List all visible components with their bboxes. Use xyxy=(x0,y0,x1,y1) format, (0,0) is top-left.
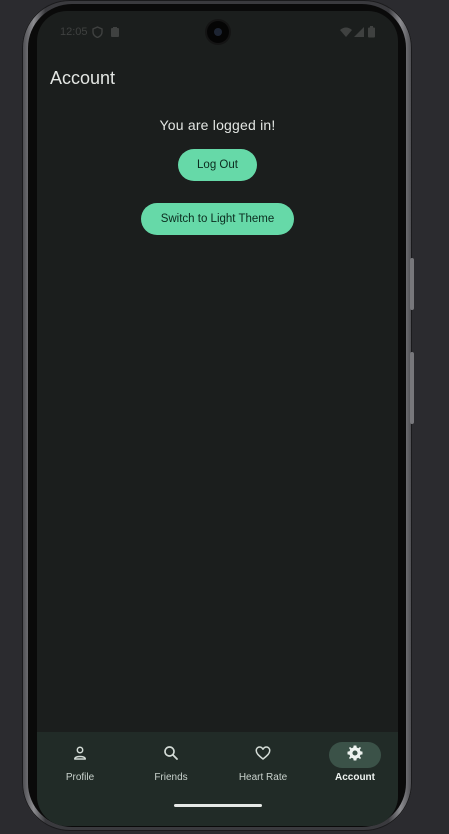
wifi-icon xyxy=(340,25,352,43)
logout-button[interactable]: Log Out xyxy=(178,149,257,181)
nav-label: Account xyxy=(335,772,375,783)
search-icon xyxy=(162,744,180,767)
gear-icon xyxy=(346,744,364,767)
nav-indicator xyxy=(145,742,197,768)
nav-item-friends[interactable]: Friends xyxy=(126,732,216,792)
app-screen: 12:05 Account You are logged in! Log Out… xyxy=(37,11,398,826)
person-icon xyxy=(71,744,89,767)
bottom-navigation: Profile Friends Heart Rate Account xyxy=(37,732,398,826)
status-time: 12:05 xyxy=(60,26,88,38)
battery-icon xyxy=(368,25,375,43)
status-bar: 12:05 xyxy=(37,11,398,51)
heart-icon xyxy=(254,744,272,767)
front-camera xyxy=(207,21,229,43)
nav-indicator xyxy=(54,742,106,768)
switch-theme-button[interactable]: Switch to Light Theme xyxy=(141,203,294,235)
power-button xyxy=(410,352,414,424)
nav-label: Friends xyxy=(154,772,188,783)
nav-item-account[interactable]: Account xyxy=(310,732,398,792)
nav-label: Profile xyxy=(65,772,95,783)
volume-button xyxy=(410,258,414,310)
login-status-text: You are logged in! xyxy=(159,117,276,133)
signal-icon xyxy=(354,25,365,43)
home-indicator[interactable] xyxy=(174,804,262,807)
page-title: Account xyxy=(50,68,116,88)
nav-item-profile[interactable]: Profile xyxy=(37,732,125,792)
nav-active-indicator xyxy=(329,742,381,768)
clipboard-icon xyxy=(110,25,120,43)
shield-icon xyxy=(92,25,103,43)
nav-label: Heart Rate xyxy=(238,772,288,783)
nav-item-heart-rate[interactable]: Heart Rate xyxy=(218,732,308,792)
nav-indicator xyxy=(237,742,289,768)
